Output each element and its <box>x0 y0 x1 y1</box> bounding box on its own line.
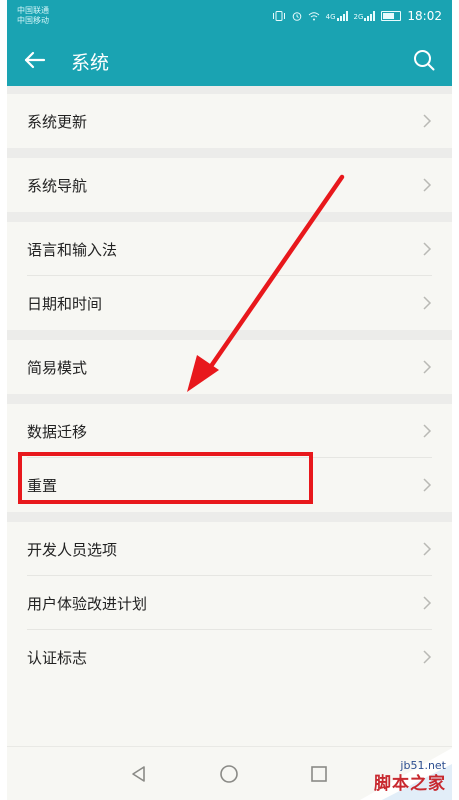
item-label: 认证标志 <box>27 648 88 667</box>
list-item-developer-options[interactable]: 开发人员选项 <box>7 522 452 576</box>
chevron-right-icon <box>423 596 432 610</box>
item-label: 系统更新 <box>27 112 88 131</box>
signal-icon-1 <box>336 11 348 21</box>
alarm-icon <box>292 12 301 21</box>
page-title: 系统 <box>71 52 110 74</box>
list-item-system-navigation[interactable]: 系统导航 <box>7 158 452 212</box>
circle-home-icon[interactable] <box>217 762 241 786</box>
chevron-right-icon <box>423 478 432 492</box>
chevron-right-icon <box>423 650 432 664</box>
status-bar: 中国联通 中国移动 4G 2G 18:02 <box>7 0 452 34</box>
section-gap <box>7 330 452 340</box>
square-recent-icon[interactable] <box>307 762 331 786</box>
section-gap <box>7 512 452 522</box>
battery-icon <box>381 11 402 21</box>
triangle-back-icon[interactable] <box>127 762 151 786</box>
carrier-2: 中国移动 <box>17 16 49 25</box>
item-label: 日期和时间 <box>27 294 103 313</box>
chevron-right-icon <box>423 242 432 256</box>
list-item-system-update[interactable]: 系统更新 <box>7 94 452 148</box>
watermark-name: 脚本之家 <box>374 774 446 794</box>
carrier-1: 中国联通 <box>17 6 49 15</box>
item-label: 简易模式 <box>27 358 88 377</box>
phone-screen: 中国联通 中国移动 4G 2G 18:02 系统 系统更新 系统导航 语言和输入… <box>7 0 452 800</box>
search-icon[interactable] <box>410 46 438 74</box>
settings-list: 系统更新 系统导航 语言和输入法 日期和时间 简易模式 数据迁移 重置 开发人员… <box>7 86 452 684</box>
item-label: 数据迁移 <box>27 422 88 441</box>
list-item-data-migration[interactable]: 数据迁移 <box>7 404 452 458</box>
list-item-user-experience[interactable]: 用户体验改进计划 <box>7 576 452 630</box>
vibrate-icon <box>272 11 285 21</box>
carrier-info: 中国联通 中国移动 <box>17 6 49 26</box>
item-label: 用户体验改进计划 <box>27 594 148 613</box>
section-gap <box>7 86 452 94</box>
chevron-right-icon <box>423 424 432 438</box>
item-label: 语言和输入法 <box>27 240 118 259</box>
chevron-right-icon <box>423 114 432 128</box>
highlight-box <box>18 452 313 504</box>
section-gap <box>7 394 452 404</box>
wifi-icon <box>308 12 319 21</box>
status-time: 18:02 <box>407 9 442 23</box>
arrow-left-icon[interactable] <box>21 46 49 74</box>
status-icons: 4G 2G 18:02 <box>272 9 442 23</box>
chevron-right-icon <box>423 296 432 310</box>
network-type-1: 4G <box>325 13 336 21</box>
section-gap <box>7 212 452 222</box>
network-type-2: 2G <box>353 13 364 21</box>
list-item-date-time[interactable]: 日期和时间 <box>7 276 452 330</box>
list-item-simple-mode[interactable]: 简易模式 <box>7 340 452 394</box>
chevron-right-icon <box>423 360 432 374</box>
item-label: 系统导航 <box>27 176 88 195</box>
watermark: jb51.net 脚本之家 <box>342 740 452 800</box>
chevron-right-icon <box>423 542 432 556</box>
list-item-certification[interactable]: 认证标志 <box>7 630 452 684</box>
section-gap <box>7 148 452 158</box>
signal-icon-2 <box>364 11 376 21</box>
chevron-right-icon <box>423 178 432 192</box>
list-item-language-input[interactable]: 语言和输入法 <box>7 222 452 276</box>
item-label: 开发人员选项 <box>27 540 118 559</box>
app-bar: 系统 <box>7 34 452 86</box>
